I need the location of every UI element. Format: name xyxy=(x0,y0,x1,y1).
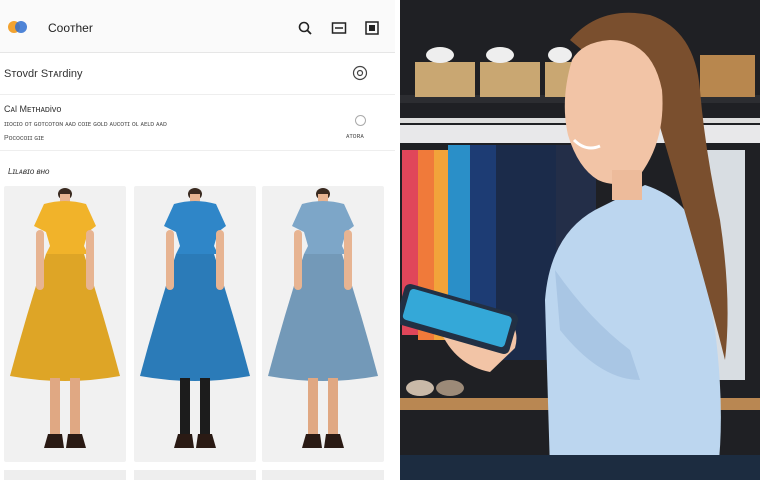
top-bar: Cᴏᴏᴛher xyxy=(0,0,395,53)
info-icon[interactable] xyxy=(352,65,368,81)
section-title: Cᴀl Mᴇᴛʜᴀᴅiᴠᴏ xyxy=(4,104,62,114)
option-label: ᴀᴛᴏʀᴀ xyxy=(346,133,364,140)
search-icon[interactable] xyxy=(297,20,313,36)
next-row-card xyxy=(134,470,256,480)
square-icon[interactable] xyxy=(364,20,380,36)
option-radio[interactable] xyxy=(355,115,366,126)
blue-dress-image xyxy=(140,188,250,448)
search-bar[interactable]: Sᴛoᴠdr Sᴛᴀrdiny xyxy=(0,56,395,95)
app-title: Cᴏᴏᴛher xyxy=(48,21,93,35)
filter-section: Cᴀl Mᴇᴛʜᴀᴅiᴠᴏ ɪɪᴏᴄɪᴏ ᴏᴛ ɢᴏᴛᴄᴏᴛᴏɴ ᴀᴀᴅ ᴄᴏɪ… xyxy=(0,98,395,151)
product-card[interactable] xyxy=(262,186,384,462)
product-card[interactable] xyxy=(4,186,126,462)
light-blue-dress-image xyxy=(268,188,378,448)
section-note: Pᴏᴄᴏᴄᴏɪɪ ɢɪᴇ xyxy=(4,135,45,142)
search-label: Sᴛoᴠdr Sᴛᴀrdiny xyxy=(4,68,83,80)
logo-icon[interactable] xyxy=(7,19,29,35)
store-photo xyxy=(400,0,760,480)
products-heading: Lɪʟᴀʙɪᴏ ʙʜᴏ xyxy=(8,167,50,176)
next-row-card xyxy=(262,470,384,480)
window-icon[interactable] xyxy=(331,20,347,36)
next-row-card xyxy=(4,470,126,480)
shop-assistant-image xyxy=(400,0,760,480)
shop-app-panel: Cᴏᴏᴛher Sᴛoᴠdr Sᴛᴀrdiny Cᴀl Mᴇᴛʜᴀᴅiᴠᴏ ɪɪ… xyxy=(0,0,395,480)
product-card[interactable] xyxy=(134,186,256,462)
yellow-dress-image xyxy=(10,188,120,448)
section-description: ɪɪᴏᴄɪᴏ ᴏᴛ ɢᴏᴛᴄᴏᴛᴏɴ ᴀᴀᴅ ᴄᴏɪᴇ ɢᴏʟᴅ ᴀᴜᴄᴏᴛɪ … xyxy=(4,121,167,128)
